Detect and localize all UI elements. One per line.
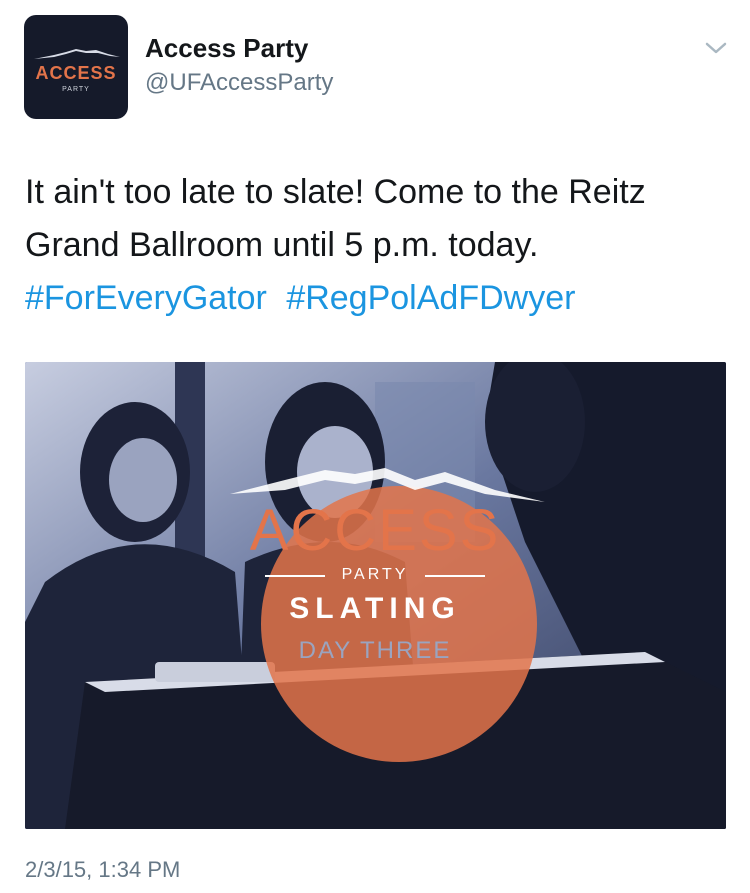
overlay-slating: SLATING: [289, 592, 461, 625]
author-handle[interactable]: @UFAccessParty: [145, 69, 333, 97]
overlay-party: PARTY: [341, 566, 409, 583]
avatar[interactable]: ACCESS PARTY: [24, 15, 128, 119]
timestamp[interactable]: 2/3/15, 1:34 PM: [25, 857, 180, 883]
chevron-down-icon[interactable]: [704, 40, 728, 56]
avatar-brand: ACCESS: [35, 63, 117, 83]
hashtag-link[interactable]: #RegPolAdFDwyer: [286, 279, 575, 317]
hashtag-link[interactable]: #ForEveryGator: [25, 279, 267, 317]
tweet-text: It ain't too late to slate! Come to the …: [25, 166, 725, 325]
tweet-body: It ain't too late to slate! Come to the …: [25, 173, 646, 264]
author-name[interactable]: Access Party: [145, 33, 308, 64]
overlay-title: ACCESS: [249, 498, 501, 563]
avatar-sub: PARTY: [62, 86, 90, 93]
hashtags: #ForEveryGator #RegPolAdFDwyer: [25, 272, 725, 325]
overlay-day: DAY THREE: [298, 637, 452, 664]
